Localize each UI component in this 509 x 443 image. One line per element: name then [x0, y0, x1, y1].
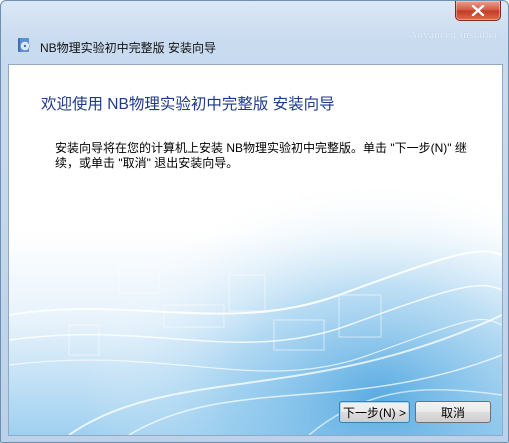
page-heading: 欢迎使用 NB物理实验初中完整版 安装向导	[41, 96, 335, 113]
title-bar[interactable]: Advanced Installer NB物理实验初中完整版 安装向导	[1, 1, 508, 61]
background-swirl	[9, 65, 502, 435]
installer-cd-icon	[18, 38, 30, 52]
installer-window: Advanced Installer NB物理实验初中完整版 安装向导 欢迎使用…	[0, 0, 509, 443]
close-icon	[471, 5, 485, 16]
close-button[interactable]	[455, 1, 501, 21]
cancel-button[interactable]: 取消	[415, 401, 491, 423]
wizard-content: 欢迎使用 NB物理实验初中完整版 安装向导 安装向导将在您的计算机上安装 NB物…	[8, 64, 503, 436]
welcome-description: 安装向导将在您的计算机上安装 NB物理实验初中完整版。单击 "下一步(N)" 继…	[55, 141, 467, 170]
window-title: NB物理实验初中完整版 安装向导	[40, 41, 217, 55]
brand-watermark: Advanced Installer	[409, 29, 498, 41]
next-button[interactable]: 下一步(N) >	[339, 401, 410, 423]
